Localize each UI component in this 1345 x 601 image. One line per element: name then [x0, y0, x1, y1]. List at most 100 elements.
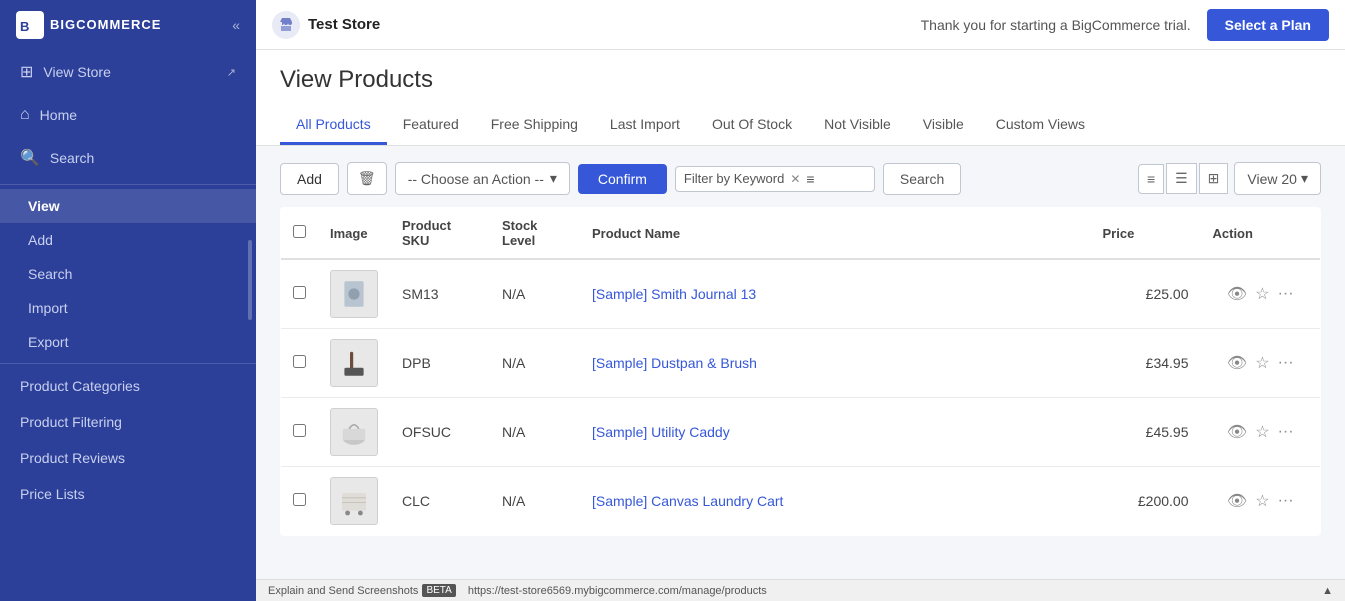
tab-last-import[interactable]: Last Import — [594, 106, 696, 145]
sidebar-divider-1 — [0, 184, 256, 185]
table-row: OFSUC N/A [Sample] Utility Caddy £45.95 … — [281, 398, 1321, 467]
product-image — [330, 477, 378, 525]
tab-custom-views[interactable]: Custom Views — [980, 106, 1101, 145]
product-image-cell — [318, 329, 390, 398]
action-dropdown[interactable]: -- Choose an Action -- ▾ — [395, 162, 570, 195]
product-price: £25.00 — [1091, 259, 1201, 329]
sidebar-item-home[interactable]: ⌂ Home — [0, 94, 256, 136]
product-stock: N/A — [490, 467, 580, 536]
tab-visible[interactable]: Visible — [907, 106, 980, 145]
product-sku: OFSUC — [390, 398, 490, 467]
tab-out-of-stock[interactable]: Out Of Stock — [696, 106, 808, 145]
sidebar-item-products-add[interactable]: Add — [0, 223, 256, 257]
product-favorite-icon[interactable]: ☆ — [1255, 422, 1269, 442]
sidebar-item-products-import[interactable]: Import — [0, 291, 256, 325]
row-checkbox[interactable] — [293, 286, 306, 299]
sidebar-item-label: View Store — [43, 64, 110, 80]
logo-text: BIGCOMMERCE — [50, 17, 161, 32]
filter-clear-icon[interactable]: ✕ — [790, 172, 800, 186]
list-view-icon: ≡ — [1147, 171, 1155, 187]
tab-all-products[interactable]: All Products — [280, 106, 387, 145]
tab-not-visible[interactable]: Not Visible — [808, 106, 907, 145]
row-checkbox-cell — [281, 467, 319, 536]
product-name-cell: [Sample] Dustpan & Brush — [580, 329, 1091, 398]
product-action-cell: 👁 ☆ ··· — [1201, 398, 1321, 467]
view-toggle-group: ≡ ☰ ⊞ View 20 ▾ — [1138, 162, 1321, 195]
product-price: £34.95 — [1091, 329, 1201, 398]
filter-options-icon[interactable]: ≡ — [806, 171, 814, 187]
row-checkbox-cell — [281, 329, 319, 398]
tab-free-shipping[interactable]: Free Shipping — [475, 106, 594, 145]
status-explain-label: Explain and Send Screenshots — [268, 585, 418, 597]
header-name: Product Name — [580, 208, 1091, 260]
product-name-link[interactable]: [Sample] Canvas Laundry Cart — [592, 493, 783, 509]
product-action-cell: 👁 ☆ ··· — [1201, 329, 1321, 398]
sidebar-item-products-search[interactable]: Search — [0, 257, 256, 291]
product-sku: DPB — [390, 329, 490, 398]
product-image — [330, 270, 378, 318]
table-area: Add 🗑 -- Choose an Action -- ▾ Confirm F… — [256, 146, 1345, 579]
product-view-icon[interactable]: 👁 — [1227, 353, 1247, 373]
search-button[interactable]: Search — [883, 163, 961, 195]
product-stock: N/A — [490, 259, 580, 329]
store-icon — [272, 11, 300, 39]
product-stock: N/A — [490, 329, 580, 398]
row-checkbox[interactable] — [293, 493, 306, 506]
sidebar-item-product-categories[interactable]: Product Categories — [0, 368, 256, 404]
row-checkbox[interactable] — [293, 355, 306, 368]
scroll-indicator — [248, 240, 252, 320]
tabs-bar: All Products Featured Free Shipping Last… — [280, 106, 1321, 145]
sidebar-item-view-store[interactable]: ⊞ View Store ↗ — [0, 50, 256, 94]
keyword-filter[interactable]: Filter by Keyword ✕ ≡ — [675, 166, 875, 192]
product-more-icon[interactable]: ··· — [1278, 354, 1294, 372]
product-name-link[interactable]: [Sample] Smith Journal 13 — [592, 286, 756, 302]
logo-area: B BIGCOMMERCE « — [0, 0, 256, 50]
select-plan-button[interactable]: Select a Plan — [1207, 9, 1329, 41]
product-price: £45.95 — [1091, 398, 1201, 467]
add-button[interactable]: Add — [280, 163, 339, 195]
row-checkbox-cell — [281, 398, 319, 467]
product-view-icon[interactable]: 👁 — [1227, 491, 1247, 511]
product-more-icon[interactable]: ··· — [1278, 285, 1294, 303]
dropdown-chevron-icon: ▾ — [550, 170, 557, 187]
svg-text:B: B — [20, 19, 29, 34]
list-view-button[interactable]: ≡ — [1138, 164, 1164, 194]
tab-featured[interactable]: Featured — [387, 106, 475, 145]
product-favorite-icon[interactable]: ☆ — [1255, 284, 1269, 304]
delete-button[interactable]: 🗑 — [347, 162, 387, 195]
store-name: Test Store — [308, 16, 380, 33]
product-name-link[interactable]: [Sample] Utility Caddy — [592, 424, 730, 440]
row-checkbox-cell — [281, 259, 319, 329]
sidebar-collapse-button[interactable]: « — [232, 17, 240, 33]
sidebar-item-label: Search — [50, 150, 94, 166]
sidebar-item-product-filtering[interactable]: Product Filtering — [0, 404, 256, 440]
product-more-icon[interactable]: ··· — [1278, 492, 1294, 510]
product-favorite-icon[interactable]: ☆ — [1255, 353, 1269, 373]
sidebar-item-search[interactable]: 🔍 Search — [0, 136, 256, 180]
product-image-cell — [318, 398, 390, 467]
product-more-icon[interactable]: ··· — [1278, 423, 1294, 441]
product-image — [330, 408, 378, 456]
sidebar-item-product-reviews[interactable]: Product Reviews — [0, 440, 256, 476]
view-count-dropdown[interactable]: View 20 ▾ — [1234, 162, 1321, 195]
product-name-cell: [Sample] Canvas Laundry Cart — [580, 467, 1091, 536]
confirm-button[interactable]: Confirm — [578, 164, 667, 194]
product-favorite-icon[interactable]: ☆ — [1255, 491, 1269, 511]
product-sku: CLC — [390, 467, 490, 536]
product-view-icon[interactable]: 👁 — [1227, 284, 1247, 304]
product-sku: SM13 — [390, 259, 490, 329]
product-name-link[interactable]: [Sample] Dustpan & Brush — [592, 355, 757, 371]
product-image-cell — [318, 259, 390, 329]
status-bar: Explain and Send Screenshots BETA https:… — [256, 579, 1345, 601]
main-layout: ⊞ View Store ↗ ⌂ Home 🔍 Search View Add … — [0, 50, 1345, 601]
grid-view-button[interactable]: ⊞ — [1199, 163, 1229, 194]
top-header: B BIGCOMMERCE « Test Store Thank you for… — [0, 0, 1345, 50]
sidebar-item-products-export[interactable]: Export — [0, 325, 256, 359]
row-checkbox[interactable] — [293, 424, 306, 437]
product-view-icon[interactable]: 👁 — [1227, 422, 1247, 442]
product-action-cell: 👁 ☆ ··· — [1201, 259, 1321, 329]
sidebar-item-price-lists[interactable]: Price Lists — [0, 476, 256, 512]
select-all-checkbox[interactable] — [293, 225, 306, 238]
sidebar-item-products-view[interactable]: View — [0, 189, 256, 223]
compact-view-button[interactable]: ☰ — [1166, 163, 1197, 194]
